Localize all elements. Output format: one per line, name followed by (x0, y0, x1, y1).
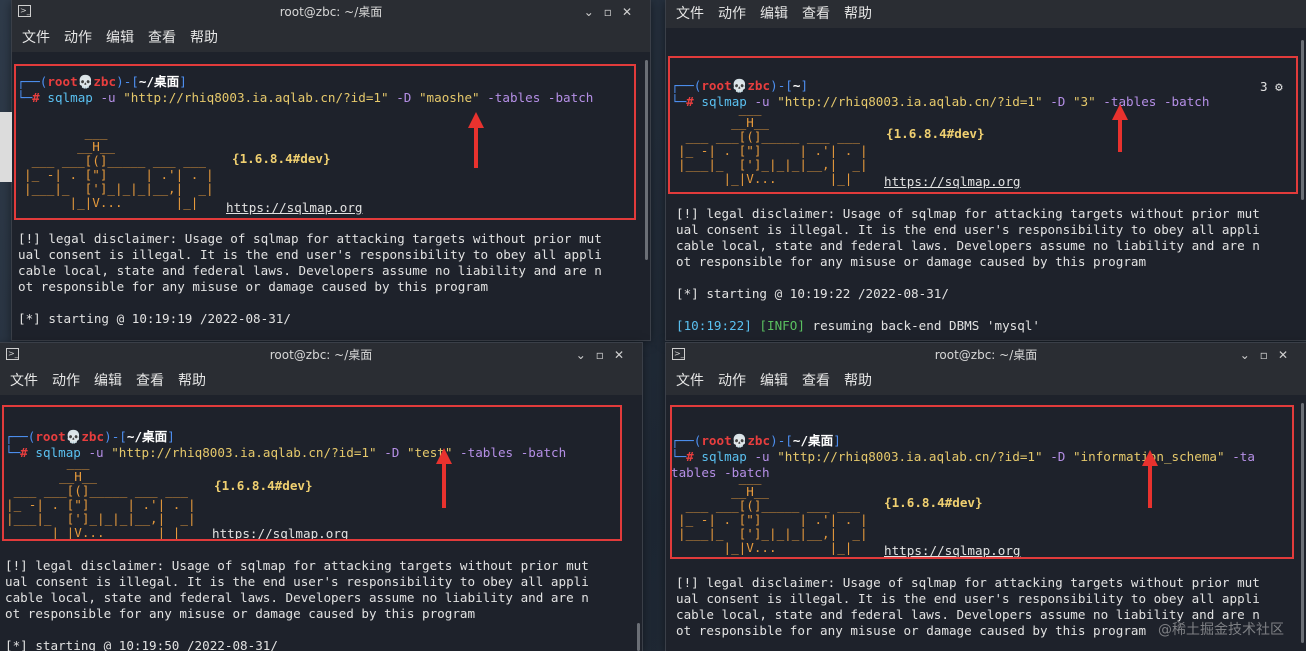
menu-edit[interactable]: 编辑 (94, 373, 122, 389)
terminal-icon: >_ (6, 348, 19, 360)
red-arrow-icon (1142, 450, 1158, 508)
menu-help[interactable]: 帮助 (190, 30, 218, 46)
maximize-icon[interactable]: ▫ (1260, 348, 1278, 362)
scrollbar[interactable] (1301, 403, 1304, 643)
menu-bar: 文件 动作 编辑 查看 帮助 (666, 367, 1306, 395)
maximize-icon[interactable]: ▫ (604, 5, 622, 19)
menu-edit[interactable]: 编辑 (106, 30, 134, 46)
close-icon[interactable]: ✕ (1278, 348, 1298, 362)
scrollbar[interactable] (645, 60, 648, 260)
scrollbar[interactable] (637, 623, 640, 651)
window-title: root@zbc: ~/桌面 (279, 5, 383, 19)
menu-help[interactable]: 帮助 (844, 373, 872, 389)
menu-bar: 文件 动作 编辑 查看 帮助 (12, 24, 650, 52)
menu-help[interactable]: 帮助 (178, 373, 206, 389)
log-line: [10:19:22] [INFO] resuming back-end DBMS… (676, 318, 1040, 333)
scrollbar[interactable] (1301, 40, 1304, 200)
title-bar[interactable]: >_ root@zbc: ~/桌面 ⌄▫✕ (666, 343, 1306, 367)
highlight-box-top-left (14, 64, 636, 220)
menu-view[interactable]: 查看 (148, 30, 176, 46)
window-title: root@zbc: ~/桌面 (934, 348, 1038, 362)
menu-file[interactable]: 文件 (10, 373, 38, 389)
legal-disclaimer: [!] legal disclaimer: Usage of sqlmap fo… (676, 206, 1260, 269)
menu-edit[interactable]: 编辑 (760, 6, 788, 22)
menu-file[interactable]: 文件 (676, 6, 704, 22)
menu-view[interactable]: 查看 (802, 6, 830, 22)
minimize-icon[interactable]: ⌄ (1240, 348, 1260, 362)
starting-line: [*] starting @ 10:19:19 /2022-08-31/ (18, 311, 291, 326)
terminal-icon: >_ (672, 348, 685, 360)
menu-action[interactable]: 动作 (64, 30, 92, 46)
red-arrow-icon (468, 112, 484, 168)
watermark: @稀土掘金技术社区 (1158, 622, 1284, 638)
menu-file[interactable]: 文件 (22, 30, 50, 46)
starting-line: [*] starting @ 10:19:50 /2022-08-31/ (5, 638, 278, 651)
close-icon[interactable]: ✕ (614, 348, 634, 362)
starting-line: [*] starting @ 10:19:22 /2022-08-31/ (676, 286, 949, 301)
highlight-box-bottom-left (2, 405, 622, 541)
minimize-icon[interactable]: ⌄ (584, 5, 604, 19)
close-icon[interactable]: ✕ (622, 5, 642, 19)
legal-disclaimer: [!] legal disclaimer: Usage of sqlmap fo… (5, 558, 589, 621)
window-controls[interactable]: ⌄▫✕ (584, 0, 642, 24)
menu-action[interactable]: 动作 (718, 373, 746, 389)
title-bar[interactable]: >_ root@zbc: ~/桌面 ⌄▫✕ (0, 343, 642, 367)
red-arrow-icon (436, 448, 452, 508)
menu-view[interactable]: 查看 (136, 373, 164, 389)
highlight-box-top-right (668, 56, 1298, 194)
red-arrow-icon (1112, 104, 1128, 152)
window-controls[interactable]: ⌄▫✕ (576, 343, 634, 367)
menu-bar: 文件 动作 编辑 查看 帮助 (666, 0, 1306, 28)
title-bar[interactable]: >_ root@zbc: ~/桌面 ⌄▫✕ (12, 0, 650, 24)
minimize-icon[interactable]: ⌄ (576, 348, 596, 362)
menu-edit[interactable]: 编辑 (760, 373, 788, 389)
legal-disclaimer: [!] legal disclaimer: Usage of sqlmap fo… (18, 231, 602, 294)
menu-action[interactable]: 动作 (718, 6, 746, 22)
window-controls[interactable]: ⌄▫✕ (1240, 343, 1298, 367)
menu-file[interactable]: 文件 (676, 373, 704, 389)
desktop-icon-strip (0, 112, 12, 182)
menu-help[interactable]: 帮助 (844, 6, 872, 22)
menu-action[interactable]: 动作 (52, 373, 80, 389)
maximize-icon[interactable]: ▫ (596, 348, 614, 362)
terminal-icon: >_ (18, 5, 31, 17)
window-title: root@zbc: ~/桌面 (269, 348, 373, 362)
menu-view[interactable]: 查看 (802, 373, 830, 389)
highlight-box-bottom-right (670, 405, 1294, 559)
menu-bar: 文件 动作 编辑 查看 帮助 (0, 367, 642, 395)
